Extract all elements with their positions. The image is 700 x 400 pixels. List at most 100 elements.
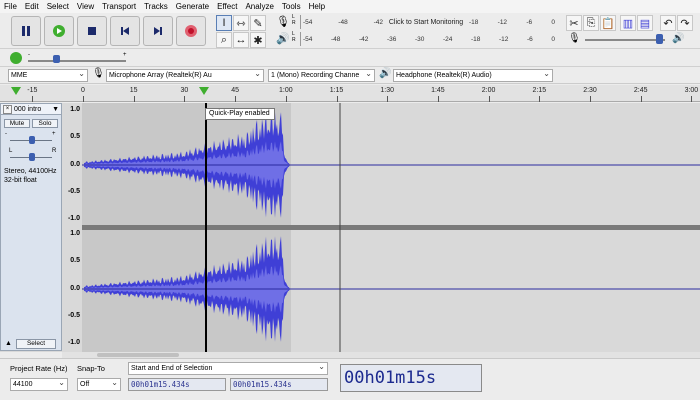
record-button[interactable] — [176, 16, 206, 46]
time-shift-tool[interactable]: ↔ — [233, 32, 249, 48]
amplitude-scale-label: 0.5 — [70, 257, 80, 265]
menu-file[interactable]: File — [4, 2, 17, 11]
ruler-tick — [285, 96, 287, 102]
meter-tick: -18 — [471, 35, 481, 43]
skip-to-end-button[interactable] — [143, 16, 173, 46]
menu-effect[interactable]: Effect — [217, 2, 237, 11]
timeline-ruler[interactable]: -15 0 15 30 45 1:00 1:15 1:30 1:45 2:00 2:15 2:30 2:… — [0, 85, 700, 102]
envelope-tool[interactable]: ⇿ — [233, 15, 249, 31]
i-beam-icon: I — [222, 17, 226, 29]
ruler-tick — [83, 96, 84, 102]
multi-tool-icon: ✱ — [253, 34, 263, 47]
menu-view[interactable]: View — [77, 2, 94, 11]
meter-tick: -18 — [469, 18, 479, 26]
selection-tool[interactable]: I — [216, 15, 232, 31]
microphone-icon[interactable]: 🎙 — [276, 15, 290, 28]
play-at-speed-toolbar — [0, 49, 700, 67]
paste-button[interactable]: 📋 — [600, 15, 616, 31]
waveform-view[interactable] — [82, 103, 700, 352]
ruler-tick — [640, 96, 642, 102]
play-at-speed-icon[interactable] — [10, 52, 22, 64]
quick-play-tooltip: Quick-Play enabled — [205, 108, 275, 120]
menu-tools[interactable]: Tools — [282, 2, 301, 11]
amplitude-scale-label: -1.0 — [67, 339, 80, 346]
skip-start-icon — [121, 27, 129, 35]
ruler-tick — [691, 96, 693, 102]
menu-help[interactable]: Help — [309, 2, 325, 11]
trim-button[interactable]: ▥ — [620, 15, 636, 31]
ruler-tick-label: 30 — [180, 87, 189, 94]
multi-tool[interactable]: ✱ — [250, 32, 266, 48]
playback-meter-ticks[interactable]: -54 -48 -42 -36 -30 -24 -18 -12 -6 0 — [300, 32, 557, 46]
menu-transport[interactable]: Transport — [102, 2, 136, 11]
menu-edit[interactable]: Edit — [25, 2, 39, 11]
scrollbar-thumb[interactable] — [97, 353, 179, 357]
skip-to-start-button[interactable] — [110, 16, 140, 46]
mute-button[interactable]: Mute — [4, 119, 30, 128]
meter-tick: -12 — [497, 18, 508, 26]
gain-max-label: + — [52, 131, 56, 137]
ruler-tick-label: 2:15 — [532, 87, 547, 94]
solo-button[interactable]: Solo — [32, 119, 58, 128]
meter-tick: -54 — [303, 35, 313, 43]
ruler-tick-label: 3:00 — [684, 87, 699, 94]
menu-select[interactable]: Select — [47, 2, 69, 11]
play-button[interactable] — [44, 16, 74, 46]
ruler-tick-label: 1:15 — [329, 87, 344, 94]
undo-icon: ↶ — [663, 17, 673, 30]
track-menu-icon[interactable]: ▼ — [52, 106, 59, 113]
menu-tracks[interactable]: Tracks — [144, 2, 168, 11]
menu-analyze[interactable]: Analyze — [245, 2, 273, 11]
audio-host-select[interactable]: MME — [8, 69, 88, 82]
draw-tool[interactable]: ✎ — [250, 15, 266, 31]
select-track-button[interactable]: Select — [16, 339, 56, 349]
pan-thumb[interactable] — [29, 153, 35, 161]
meter-tick: -48 — [331, 35, 341, 43]
solo-label: Solo — [38, 120, 52, 127]
track-name[interactable]: 000 intro — [14, 106, 52, 113]
undo-button[interactable]: ↶ — [660, 15, 676, 31]
selection-end-time[interactable]: 00h01m15.434s — [230, 378, 328, 391]
silence-icon: ▤ — [639, 17, 651, 30]
playback-speed-slider[interactable] — [28, 60, 126, 62]
ruler-tick — [590, 96, 591, 102]
record-icon — [185, 25, 197, 37]
silence-button[interactable]: ▤ — [637, 15, 653, 31]
pause-icon — [22, 26, 30, 36]
record-meter-ticks-right[interactable]: -18 -12 -6 0 — [467, 15, 557, 29]
menu-generate[interactable]: Generate — [176, 2, 209, 11]
collapse-track-icon[interactable]: ▲ — [5, 340, 12, 347]
meter-tick: -36 — [387, 35, 397, 43]
play-head-marker-icon[interactable] — [198, 86, 210, 96]
start-monitoring-prompt[interactable]: Click to Start Monitoring — [385, 15, 467, 29]
zoom-tool[interactable]: ⌕ — [216, 32, 232, 48]
play-region-start-icon[interactable] — [10, 86, 22, 96]
record-meter-ticks[interactable]: -54 -48 -42 — [300, 15, 385, 29]
pause-button[interactable] — [11, 16, 41, 46]
recording-channels-select[interactable]: 1 (Mono) Recording Channe — [268, 69, 375, 82]
selection-mode-select[interactable]: Start and End of Selection — [128, 362, 328, 375]
meter-tick: -54 — [303, 18, 313, 26]
position-time-text: 00h01m15s — [344, 368, 437, 388]
selection-start-time[interactable]: 00h01m15.434s — [128, 378, 226, 391]
recording-device-select[interactable]: Microphone Array (Realtek(R) Au — [106, 69, 264, 82]
cut-button[interactable]: ✂ — [566, 15, 582, 31]
project-rate-select[interactable]: 44100 — [10, 378, 68, 391]
playback-speed-thumb[interactable] — [53, 55, 60, 63]
gain-thumb[interactable] — [29, 136, 35, 144]
meter-tick: -6 — [527, 35, 533, 43]
recording-volume-thumb[interactable] — [656, 34, 663, 44]
close-track-icon[interactable]: × — [3, 104, 12, 114]
start-time-text: 00h01m15.434s — [131, 380, 190, 389]
stop-icon — [88, 27, 96, 35]
speaker-meter-icon[interactable]: 🔊 — [276, 32, 290, 45]
amplitude-scale-label: 1.0 — [70, 106, 80, 113]
audio-position-display[interactable]: 00h01m15s — [340, 364, 482, 392]
copy-button[interactable]: ⎘ — [583, 15, 599, 31]
playback-device-select[interactable]: Headphone (Realtek(R) Audio) — [393, 69, 553, 82]
snap-to-select[interactable]: Off — [77, 378, 121, 391]
stop-button[interactable] — [77, 16, 107, 46]
ruler-tick — [235, 96, 237, 102]
recording-volume-slider[interactable] — [585, 39, 665, 41]
redo-button[interactable]: ↷ — [677, 15, 693, 31]
